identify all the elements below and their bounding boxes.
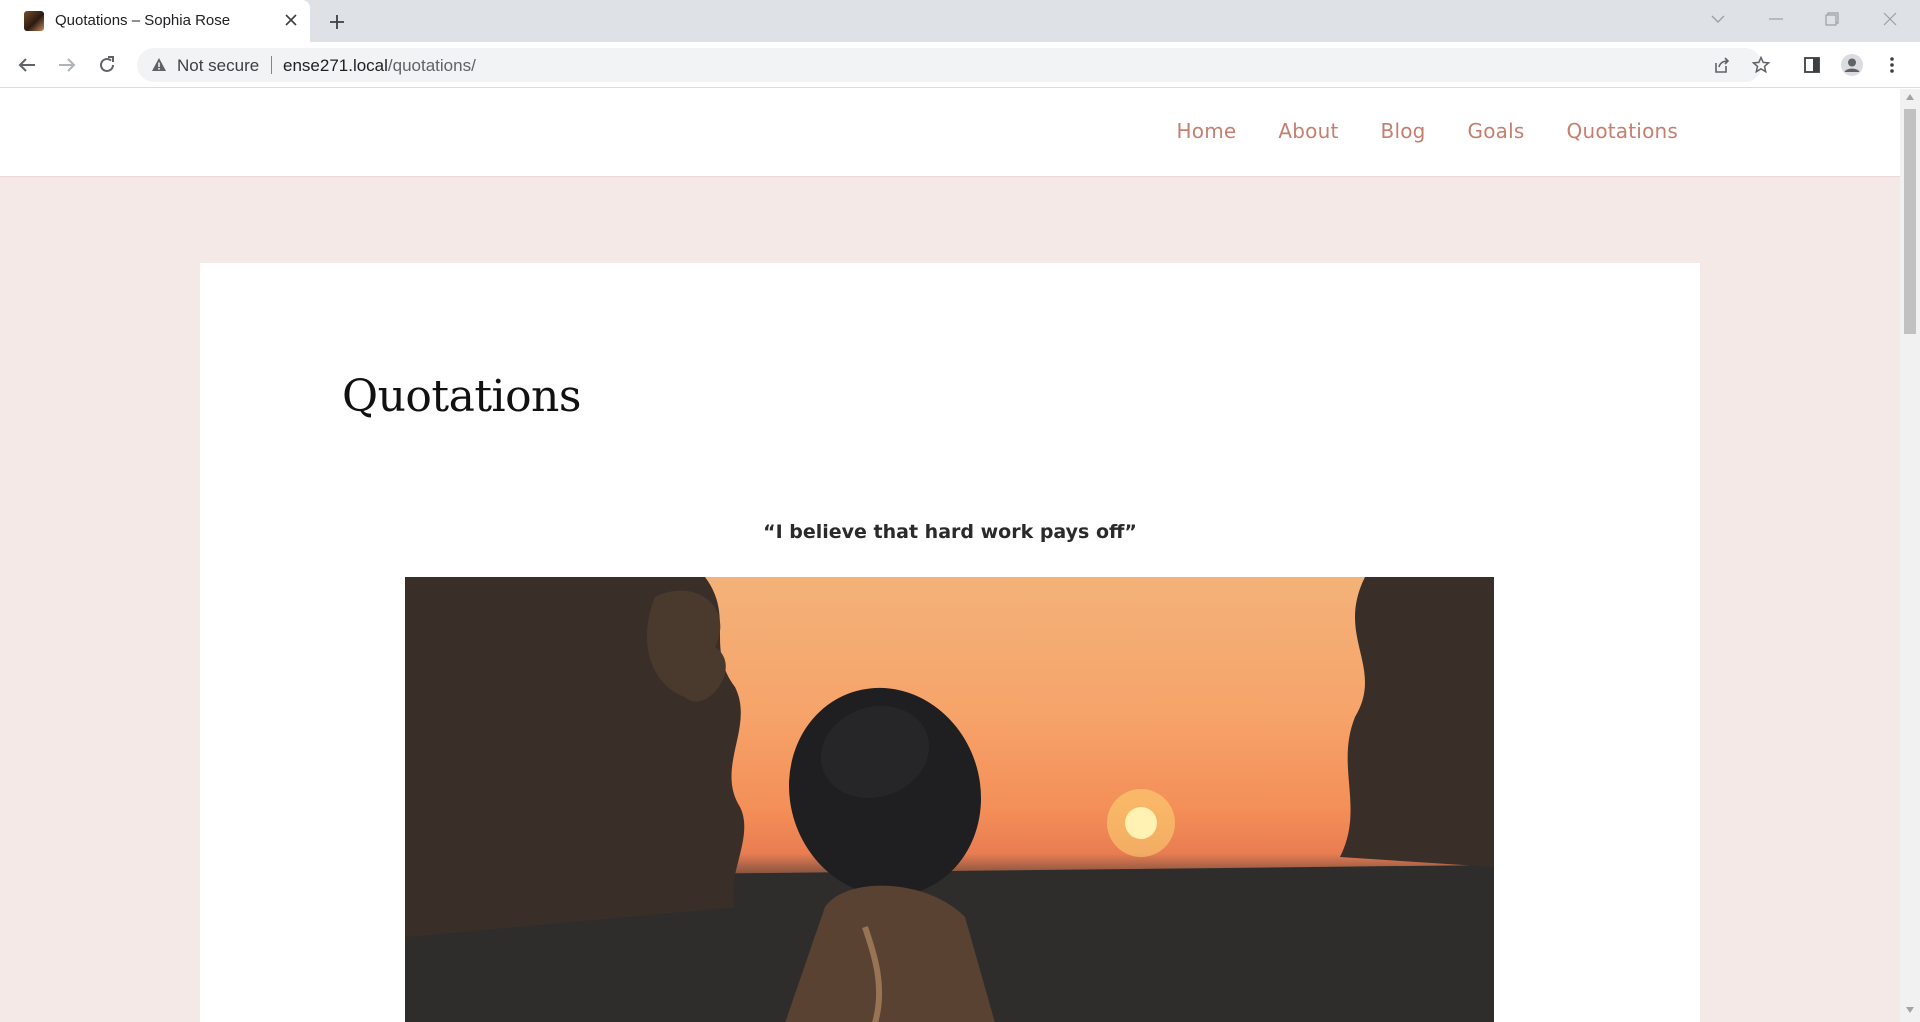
restore-icon[interactable]	[1804, 0, 1860, 38]
close-tab-icon[interactable]	[280, 9, 302, 31]
tab-title: Quotations – Sophia Rose	[55, 12, 231, 29]
share-icon[interactable]	[1709, 53, 1733, 77]
minimize-icon[interactable]	[1748, 0, 1804, 38]
address-bar[interactable]: Not secure ense271.local/quotations/	[137, 48, 1770, 82]
content-card: Quotations “I believe that hard work pay…	[200, 263, 1700, 1022]
url-path: /quotations/	[387, 56, 476, 75]
page-scrollbar[interactable]	[1900, 89, 1920, 1022]
url-host: ense271.local	[283, 56, 388, 75]
page-viewport: Home About Blog Goals Quotations Quotati…	[0, 89, 1900, 1022]
site-header: Home About Blog Goals Quotations	[0, 89, 1900, 177]
browser-tab-strip: Quotations – Sophia Rose	[0, 0, 1920, 42]
nav-link-about[interactable]: About	[1278, 119, 1338, 143]
scroll-down-arrow-icon[interactable]	[1904, 1004, 1916, 1016]
close-window-icon[interactable]	[1862, 0, 1918, 38]
warning-icon[interactable]	[151, 57, 167, 73]
nav-link-goals[interactable]: Goals	[1468, 119, 1525, 143]
quote-text: “I believe that hard work pays off”	[763, 521, 1137, 543]
profile-avatar-icon[interactable]	[1838, 51, 1866, 79]
nav-link-blog[interactable]: Blog	[1381, 119, 1426, 143]
page-title: Quotations	[342, 371, 581, 422]
sunset-hat-photo	[405, 577, 1494, 1022]
side-panel-icon[interactable]	[1798, 51, 1826, 79]
forward-icon[interactable]	[51, 49, 83, 81]
primary-navigation: Home About Blog Goals Quotations	[1177, 119, 1678, 143]
nav-link-quotations[interactable]: Quotations	[1567, 119, 1678, 143]
site-favicon-icon	[24, 11, 44, 31]
tab-search-chevron-icon[interactable]	[1690, 0, 1746, 38]
browser-menu-icon[interactable]	[1878, 51, 1906, 79]
security-status-label[interactable]: Not secure	[177, 56, 259, 76]
browser-toolbar: Not secure ense271.local/quotations/	[0, 42, 1920, 88]
new-tab-icon[interactable]	[323, 8, 351, 36]
scrollbar-thumb[interactable]	[1904, 109, 1916, 334]
nav-link-home[interactable]: Home	[1177, 119, 1237, 143]
browser-tab-active[interactable]: Quotations – Sophia Rose	[0, 0, 310, 42]
scroll-up-arrow-icon[interactable]	[1904, 91, 1916, 103]
bookmark-star-icon[interactable]	[1749, 53, 1773, 77]
address-divider	[271, 56, 272, 74]
back-icon[interactable]	[11, 49, 43, 81]
url-text[interactable]: ense271.local/quotations/	[283, 56, 476, 76]
reload-icon[interactable]	[91, 49, 123, 81]
